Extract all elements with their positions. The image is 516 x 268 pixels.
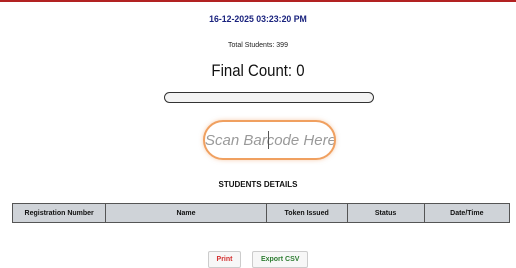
export-csv-button[interactable]: Export CSV <box>251 251 309 268</box>
progress-bar <box>164 92 374 103</box>
column-header[interactable]: Name <box>105 203 267 223</box>
students-table: Registration Number Name Token Issued St… <box>11 203 511 223</box>
print-button[interactable]: Print <box>207 251 242 268</box>
final-count-label: Final Count: 0 <box>211 61 305 80</box>
barcode-input[interactable] <box>203 120 336 160</box>
column-header[interactable]: Status <box>346 203 425 223</box>
action-buttons: Print Export CSV <box>0 248 516 268</box>
column-header[interactable]: Date/Time <box>423 203 511 223</box>
text-cursor <box>268 131 269 149</box>
total-students-label: Total Students: 399 <box>228 42 288 49</box>
column-header[interactable]: Registration Number <box>11 203 107 223</box>
top-border <box>0 0 516 6</box>
table-header-row: Registration Number Name Token Issued St… <box>11 203 511 223</box>
students-details-heading: STUDENTS DETAILS <box>218 180 298 189</box>
column-header[interactable]: Token Issued <box>265 203 348 223</box>
current-datetime: 16-12-2025 03:23:20 PM <box>209 14 307 25</box>
scanner-page: 16-12-2025 03:23:20 PM Total Students: 3… <box>0 0 516 268</box>
